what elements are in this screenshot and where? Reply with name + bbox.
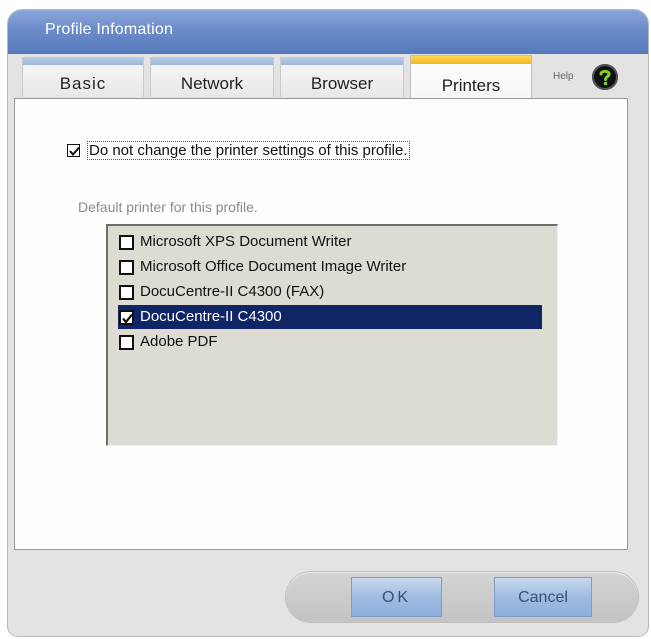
tab-label: Basic xyxy=(59,74,107,93)
help-label[interactable]: Help xyxy=(553,71,574,82)
item-label: Microsoft Office Document Image Writer xyxy=(140,258,407,275)
tab-printers[interactable]: Printers xyxy=(410,55,532,99)
keep-settings-checkbox[interactable] xyxy=(67,144,80,157)
tab-browser[interactable]: Browser xyxy=(280,57,404,97)
question-mark-icon[interactable] xyxy=(592,64,618,90)
checkmark-icon xyxy=(122,313,133,324)
printer-list[interactable]: Microsoft XPS Document Writer Microsoft … xyxy=(106,224,558,446)
item-label: DocuCentre-II C4300 (FAX) xyxy=(140,283,325,300)
ok-button[interactable]: OK xyxy=(351,577,442,617)
list-item[interactable]: Microsoft Office Document Image Writer xyxy=(118,255,542,279)
item-checkbox[interactable] xyxy=(119,310,134,325)
checkmark-icon xyxy=(69,146,80,157)
cancel-button[interactable]: Cancel xyxy=(494,577,592,617)
item-label: Microsoft XPS Document Writer xyxy=(140,233,352,250)
item-label: Adobe PDF xyxy=(140,333,218,350)
tab-basic[interactable]: Basic xyxy=(22,57,144,97)
tab-label: Browser xyxy=(310,74,374,93)
list-item[interactable]: Microsoft XPS Document Writer xyxy=(118,230,542,254)
list-item[interactable]: Adobe PDF xyxy=(118,330,542,354)
list-item[interactable]: DocuCentre-II C4300 (FAX) xyxy=(118,280,542,304)
title-bar: Profile Infomation xyxy=(8,10,648,54)
item-label: DocuCentre-II C4300 xyxy=(140,308,282,325)
tab-strip xyxy=(281,58,403,65)
list-item[interactable]: DocuCentre-II C4300 xyxy=(118,305,542,329)
tab-network[interactable]: Network xyxy=(150,57,274,97)
window-title: Profile Infomation xyxy=(45,21,174,38)
item-checkbox[interactable] xyxy=(119,285,134,300)
default-printer-label: Default printer for this profile. xyxy=(78,199,258,215)
item-checkbox[interactable] xyxy=(119,235,134,250)
tab-strip xyxy=(151,58,273,65)
item-checkbox[interactable] xyxy=(119,335,134,350)
item-checkbox[interactable] xyxy=(119,260,134,275)
tab-strip xyxy=(23,58,143,65)
tab-label: Network xyxy=(180,74,244,93)
tab-strip xyxy=(411,56,531,64)
keep-settings-label[interactable]: Do not change the printer settings of th… xyxy=(87,141,410,160)
tab-label: Printers xyxy=(441,76,501,95)
